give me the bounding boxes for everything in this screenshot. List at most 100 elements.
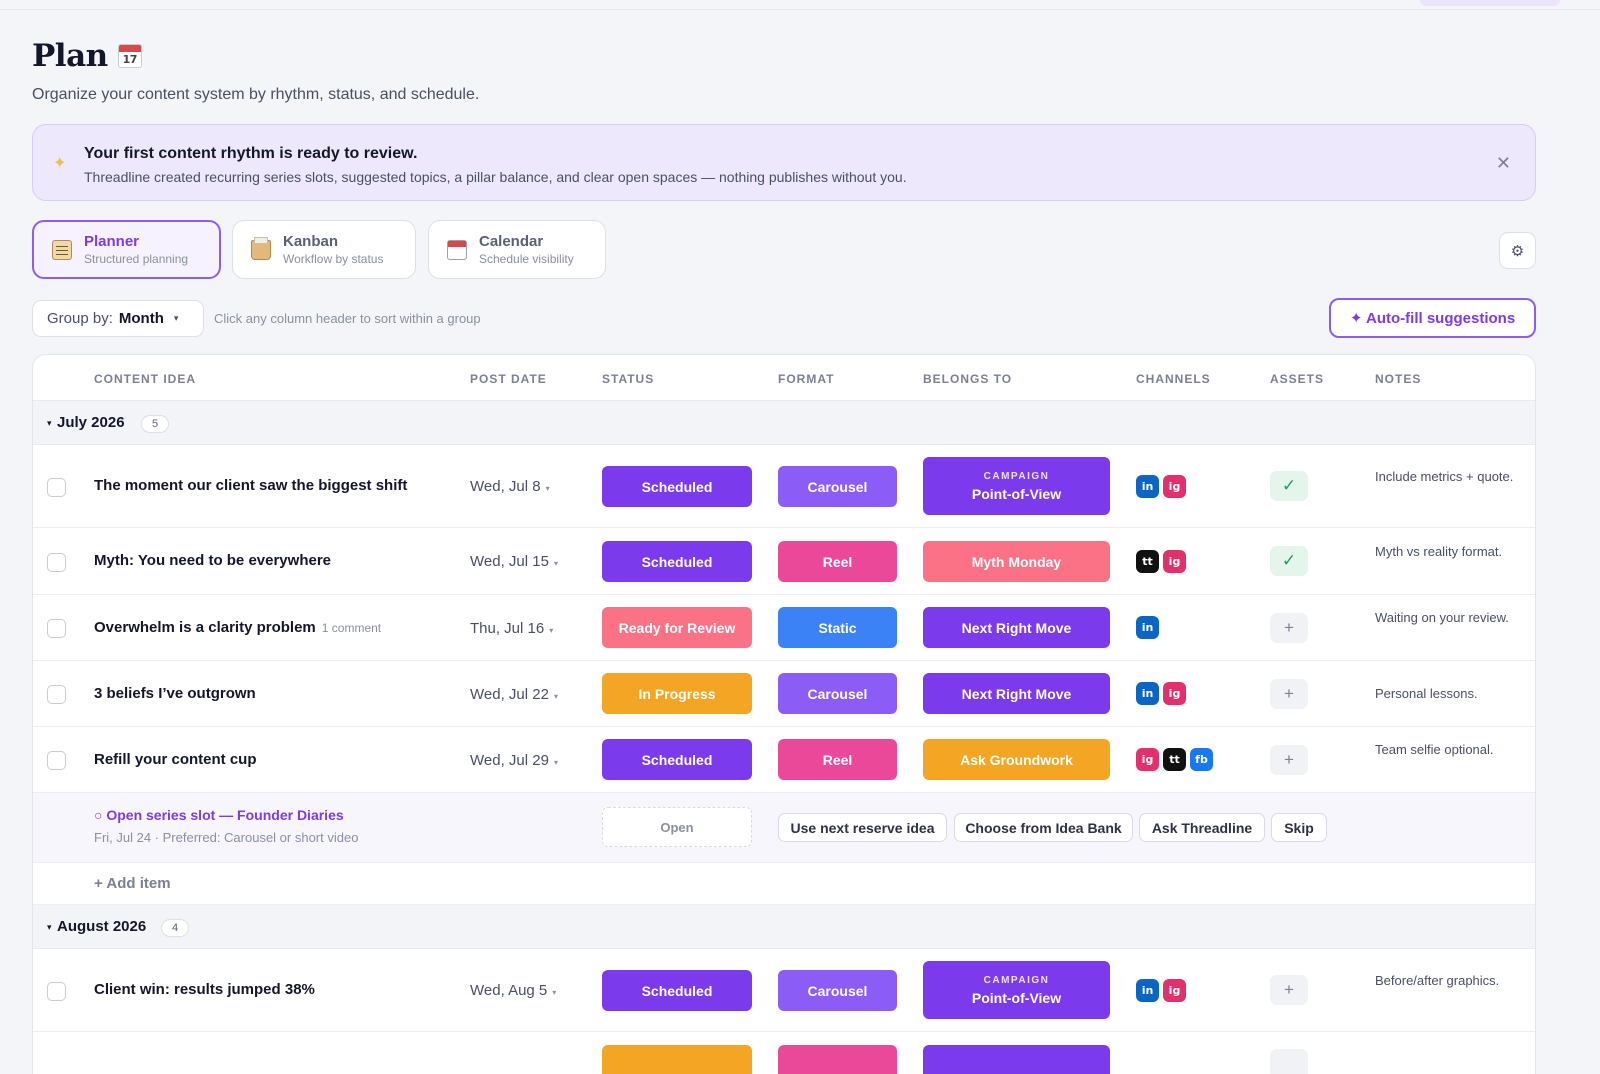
belongs-to-badge[interactable]: Next Right Move bbox=[923, 673, 1110, 714]
open-slot-title[interactable]: ○ Open series slot — Founder Diaries bbox=[94, 807, 344, 823]
post-date-text: Wed, Jul 22 bbox=[470, 686, 549, 703]
channel-list: in ig bbox=[1136, 979, 1186, 1002]
row-checkbox[interactable] bbox=[47, 619, 66, 638]
column-header-assets[interactable]: ASSETS bbox=[1270, 372, 1324, 386]
row-checkbox[interactable] bbox=[47, 478, 66, 497]
choose-from-idea-bank-button[interactable]: Choose from Idea Bank bbox=[954, 813, 1133, 842]
settings-button[interactable]: ⚙ bbox=[1499, 232, 1536, 269]
ask-threadline-button[interactable]: Ask Threadline bbox=[1139, 813, 1265, 842]
belongs-to-badge[interactable]: Myth Monday bbox=[923, 541, 1110, 582]
column-header-status[interactable]: STATUS bbox=[602, 372, 654, 386]
format-badge[interactable]: Static bbox=[778, 607, 897, 648]
column-header-notes[interactable]: NOTES bbox=[1375, 372, 1421, 386]
column-header-content-idea[interactable]: CONTENT IDEA bbox=[94, 372, 196, 386]
belongs-to-badge[interactable]: CAMPAIGN Point-of-View bbox=[923, 457, 1110, 515]
content-idea-title[interactable]: Refill your content cup bbox=[94, 751, 257, 768]
facebook-icon: fb bbox=[1190, 748, 1213, 771]
content-idea-title[interactable]: Client win: results jumped 38% bbox=[94, 981, 315, 998]
status-badge[interactable]: Scheduled bbox=[602, 970, 752, 1011]
page-title: Plan 17 bbox=[32, 38, 142, 74]
tab-calendar[interactable]: Calendar Schedule visibility bbox=[428, 220, 606, 279]
table-row[interactable]: Overwhelm is a clarity problem 1 comment … bbox=[33, 595, 1535, 661]
format-badge[interactable]: Carousel bbox=[778, 466, 897, 507]
page-title-text: Plan bbox=[32, 38, 108, 74]
table-row[interactable]: Client win: results jumped 38% Wed, Aug … bbox=[33, 949, 1535, 1032]
row-checkbox[interactable] bbox=[47, 553, 66, 572]
row-checkbox[interactable] bbox=[47, 982, 66, 1001]
format-badge[interactable]: Carousel bbox=[778, 673, 897, 714]
content-idea-title[interactable]: Overwhelm is a clarity problem 1 comment bbox=[94, 619, 381, 636]
banner-title: Your first content rhythm is ready to re… bbox=[84, 145, 418, 162]
format-badge[interactable]: Carousel bbox=[778, 970, 897, 1011]
row-checkbox[interactable] bbox=[47, 751, 66, 770]
comment-count[interactable]: 1 comment bbox=[322, 621, 381, 635]
group-header-july[interactable]: ▾ July 2026 5 bbox=[33, 401, 1535, 445]
content-idea-title[interactable]: Myth: You need to be everywhere bbox=[94, 552, 331, 569]
onboarding-banner: ✦ Your first content rhythm is ready to … bbox=[32, 124, 1536, 201]
belongs-to-badge[interactable] bbox=[923, 1045, 1110, 1074]
table-row[interactable]: The moment our client saw the biggest sh… bbox=[33, 445, 1535, 528]
add-item-button[interactable]: + Add item bbox=[94, 875, 171, 892]
status-badge[interactable]: In Progress bbox=[602, 673, 752, 714]
chevron-down-icon: ▾ bbox=[545, 484, 550, 493]
table-row[interactable] bbox=[33, 1032, 1535, 1074]
post-date[interactable]: Wed, Jul 29 ▾ bbox=[470, 752, 558, 769]
post-date[interactable]: Wed, Aug 5 ▾ bbox=[470, 982, 556, 999]
add-asset-icon[interactable]: + bbox=[1270, 975, 1308, 1005]
post-date[interactable]: Thu, Jul 16 ▾ bbox=[470, 620, 553, 637]
asset-check-icon[interactable]: ✓ bbox=[1270, 471, 1308, 501]
status-badge[interactable] bbox=[602, 1045, 752, 1074]
add-asset-icon[interactable]: + bbox=[1270, 679, 1308, 709]
autofill-suggestions-button[interactable]: ✦ Auto-fill suggestions bbox=[1329, 298, 1536, 338]
instagram-icon: ig bbox=[1136, 748, 1159, 771]
chevron-down-icon: ▾ bbox=[553, 692, 558, 701]
sparkle-icon: ✦ bbox=[53, 155, 67, 172]
linkedin-icon: in bbox=[1136, 475, 1159, 498]
column-header-belongs-to[interactable]: BELONGS TO bbox=[923, 372, 1012, 386]
linkedin-icon: in bbox=[1136, 979, 1159, 1002]
column-header-format[interactable]: FORMAT bbox=[778, 372, 834, 386]
belongs-to-badge[interactable]: CAMPAIGN Point-of-View bbox=[923, 961, 1110, 1019]
tab-planner[interactable]: Planner Structured planning bbox=[32, 220, 221, 279]
belongs-to-label: Point-of-View bbox=[971, 989, 1062, 1006]
belongs-to-badge[interactable]: Next Right Move bbox=[923, 607, 1110, 648]
status-badge[interactable]: Scheduled bbox=[602, 739, 752, 780]
channel-list: ig tt fb bbox=[1136, 748, 1213, 771]
status-badge[interactable]: Scheduled bbox=[602, 466, 752, 507]
use-next-reserve-idea-button[interactable]: Use next reserve idea bbox=[778, 813, 947, 842]
group-by-value: Month bbox=[118, 310, 164, 327]
instagram-icon: ig bbox=[1163, 979, 1186, 1002]
close-icon[interactable]: ✕ bbox=[1496, 153, 1511, 174]
calendar-emoji-date: 17 bbox=[122, 53, 138, 66]
post-date[interactable]: Wed, Jul 22 ▾ bbox=[470, 686, 558, 703]
content-idea-title[interactable]: 3 beliefs I’ve outgrown bbox=[94, 685, 256, 702]
add-asset-icon[interactable]: + bbox=[1270, 613, 1308, 643]
add-asset-icon[interactable]: + bbox=[1270, 745, 1308, 775]
status-badge[interactable]: Scheduled bbox=[602, 541, 752, 582]
skip-button[interactable]: Skip bbox=[1271, 813, 1327, 842]
belongs-to-badge[interactable]: Ask Groundwork bbox=[923, 739, 1110, 780]
asset-check-icon[interactable]: ✓ bbox=[1270, 546, 1308, 576]
group-by-dropdown[interactable]: Group by: Month ▾ bbox=[32, 300, 204, 337]
chevron-down-icon: ▾ bbox=[553, 758, 558, 767]
group-header-august[interactable]: ▾ August 2026 4 bbox=[33, 905, 1535, 949]
table-row[interactable]: 3 beliefs I’ve outgrown Wed, Jul 22 ▾ In … bbox=[33, 661, 1535, 727]
status-badge[interactable]: Ready for Review bbox=[602, 607, 752, 648]
content-idea-title[interactable]: The moment our client saw the biggest sh… bbox=[94, 477, 407, 494]
open-series-slot-row: ○ Open series slot — Founder Diaries Fri… bbox=[33, 793, 1535, 863]
add-asset-icon[interactable] bbox=[1270, 1049, 1308, 1074]
clipboard-icon bbox=[52, 239, 72, 260]
table-row[interactable]: Myth: You need to be everywhere Wed, Jul… bbox=[33, 528, 1535, 595]
column-header-post-date[interactable]: POST DATE bbox=[470, 372, 547, 386]
top-divider bbox=[0, 9, 1600, 10]
post-date[interactable]: Wed, Jul 8 ▾ bbox=[470, 478, 550, 495]
table-row[interactable]: Refill your content cup Wed, Jul 29 ▾ Sch… bbox=[33, 727, 1535, 793]
tab-kanban[interactable]: Kanban Workflow by status bbox=[232, 220, 416, 279]
row-checkbox[interactable] bbox=[47, 685, 66, 704]
format-badge[interactable] bbox=[778, 1045, 897, 1074]
column-header-channels[interactable]: CHANNELS bbox=[1136, 372, 1211, 386]
post-date[interactable]: Wed, Jul 15 ▾ bbox=[470, 553, 558, 570]
format-badge[interactable]: Reel bbox=[778, 739, 897, 780]
chevron-down-icon: ▾ bbox=[552, 988, 557, 997]
format-badge[interactable]: Reel bbox=[778, 541, 897, 582]
